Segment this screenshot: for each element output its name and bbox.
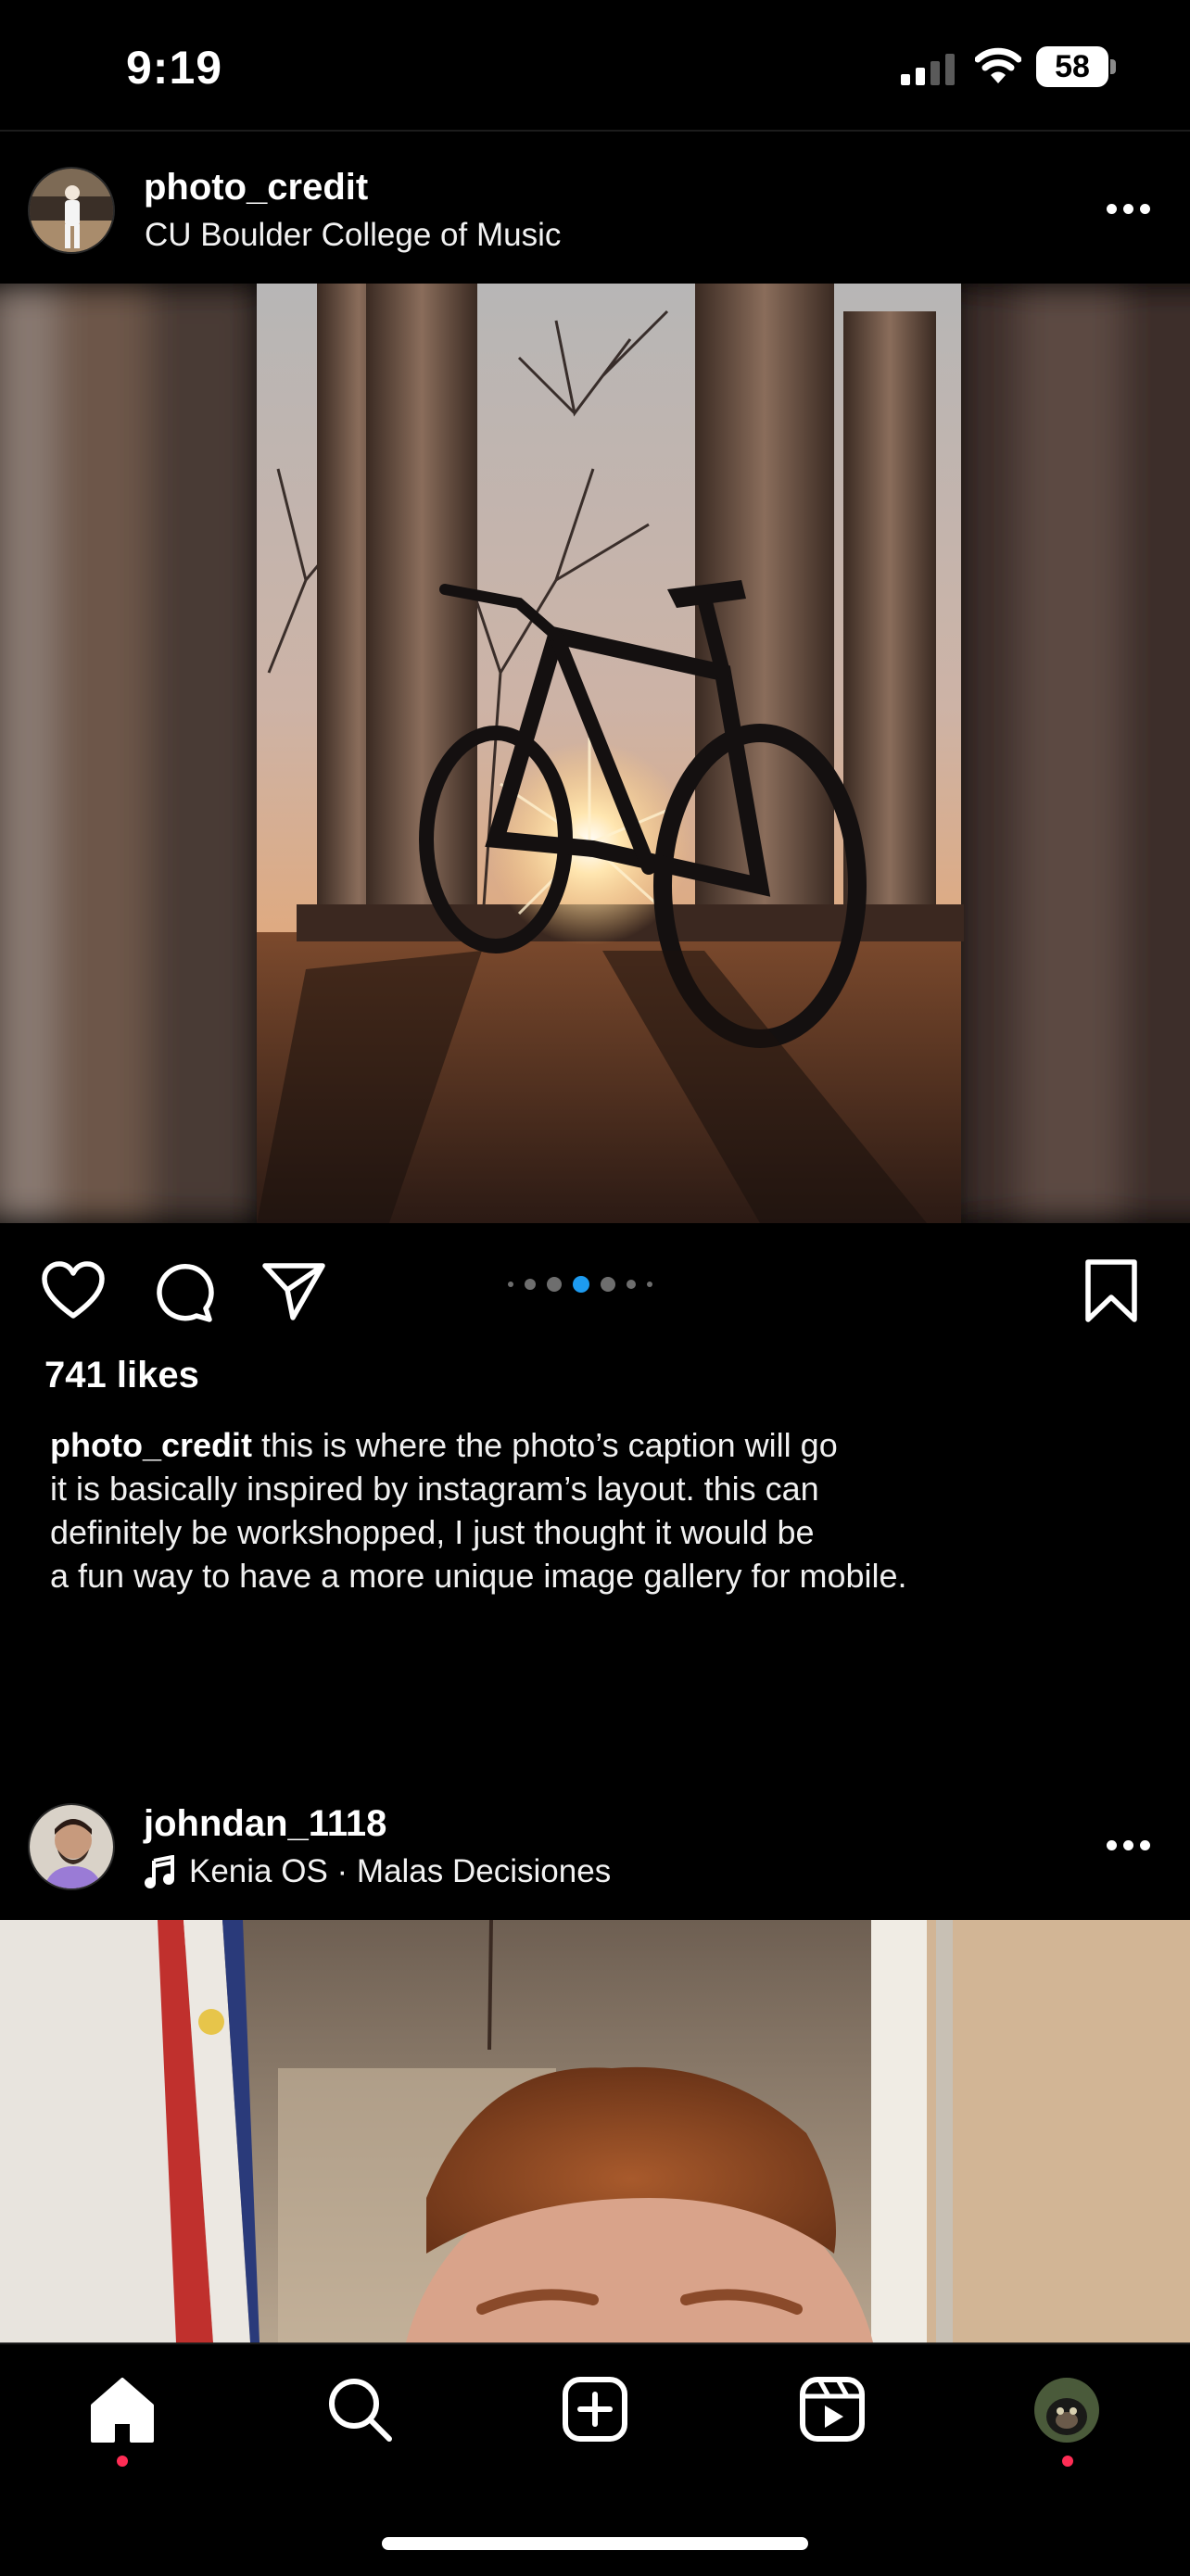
carousel-indicator <box>508 1275 652 1294</box>
comment-icon[interactable] <box>148 1256 217 1325</box>
likes-count[interactable]: 741 likes <box>44 1355 199 1396</box>
home-indicator[interactable] <box>382 2537 808 2550</box>
carousel-dot <box>547 1277 562 1292</box>
post-audio[interactable]: Kenia OS · Malas Decisiones <box>189 1853 611 1890</box>
post-avatar[interactable] <box>28 1803 115 1890</box>
carousel-dot <box>647 1282 652 1287</box>
profile-notification-dot <box>1062 2456 1073 2467</box>
carousel-dot <box>508 1282 513 1287</box>
caption-line-1: this is where the photo’s caption will g… <box>261 1426 838 1464</box>
post-username[interactable]: photo_credit <box>144 167 368 208</box>
profile-tab-avatar[interactable] <box>1034 2378 1099 2443</box>
bookmark-save-icon[interactable] <box>1077 1256 1146 1325</box>
post-caption: photo_credit this is where the photo’s c… <box>50 1423 1125 1597</box>
post-photo[interactable] <box>0 284 1190 1223</box>
search-tab-icon[interactable] <box>323 2372 397 2446</box>
more-options-icon[interactable] <box>1107 204 1151 215</box>
more-options-icon[interactable] <box>1107 1840 1151 1851</box>
carousel-dot <box>525 1279 536 1290</box>
music-note-icon <box>145 1855 174 1888</box>
post-username[interactable]: johndan_1118 <box>144 1803 386 1845</box>
share-send-icon[interactable] <box>260 1256 328 1325</box>
status-time: 9:19 <box>126 42 223 94</box>
wifi-icon <box>975 47 1021 83</box>
post-location[interactable]: CU Boulder College of Music <box>145 217 561 254</box>
carousel-dot <box>627 1280 636 1289</box>
header-divider <box>0 130 1190 132</box>
caption-line-4: a fun way to have a more unique image ga… <box>50 1557 907 1595</box>
cellular-signal-icon <box>901 54 955 85</box>
caption-line-2: it is basically inspired by instagram’s … <box>50 1470 819 1508</box>
carousel-dot-active <box>573 1276 589 1293</box>
post-avatar[interactable] <box>28 167 115 254</box>
like-heart-icon[interactable] <box>39 1256 108 1325</box>
create-post-icon[interactable] <box>558 2372 632 2446</box>
battery-level: 58 <box>1055 49 1090 84</box>
caption-username[interactable]: photo_credit <box>50 1426 252 1464</box>
home-tab-icon[interactable] <box>85 2372 159 2446</box>
home-notification-dot <box>117 2456 128 2467</box>
battery-icon: 58 <box>1036 46 1116 87</box>
caption-line-3: definitely be workshopped, I just though… <box>50 1513 815 1551</box>
reels-tab-icon[interactable] <box>795 2372 869 2446</box>
post-photo[interactable] <box>0 1920 1190 2342</box>
carousel-dot <box>601 1277 615 1292</box>
